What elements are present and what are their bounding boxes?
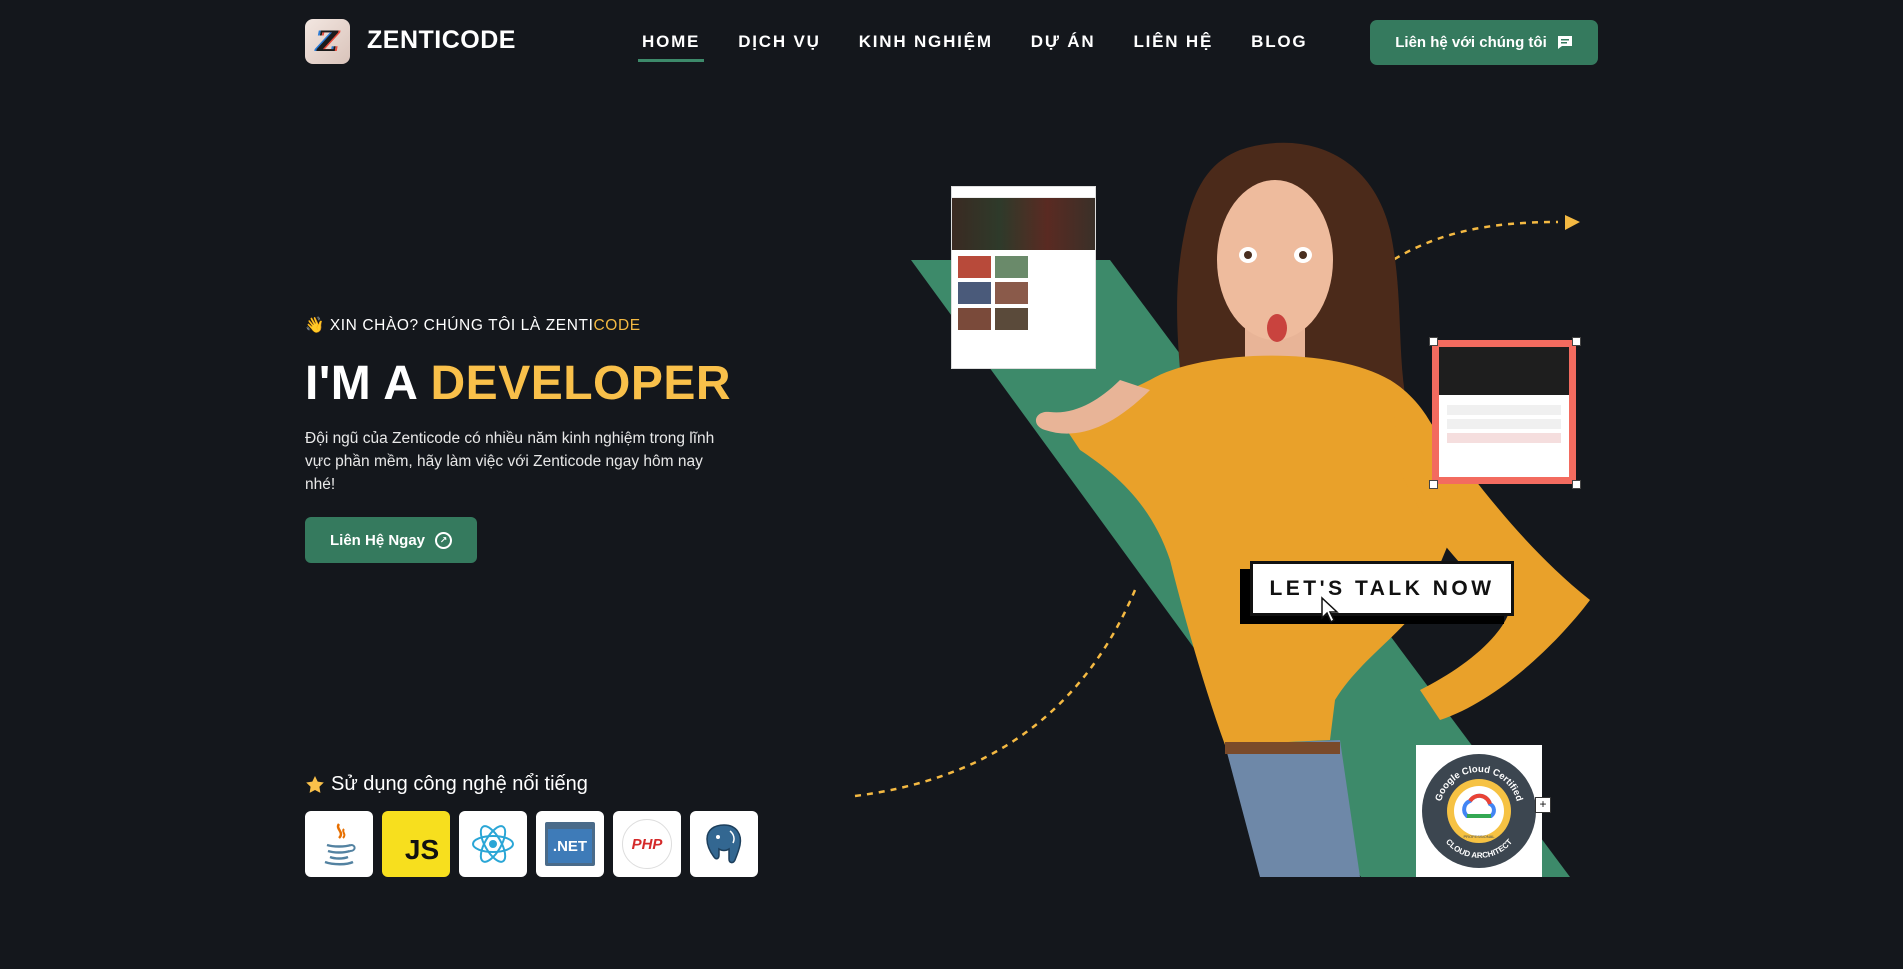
google-cloud-badge: Google Cloud Certified CLOUD ARCHITECT P… [1416,745,1542,877]
arrow-right-icon [1565,215,1580,230]
resize-handle [1572,337,1581,346]
plus-icon: + [1535,797,1551,813]
website-preview-2 [1432,340,1576,484]
lets-talk-label: LET'S TALK NOW [1269,576,1495,600]
website-preview-1 [951,186,1096,369]
preview1-nav [952,187,1095,198]
preview1-grid [952,250,1034,336]
lets-talk-button[interactable]: LET'S TALK NOW [1250,561,1514,616]
resize-handle [1572,480,1581,489]
badge-ring: Google Cloud Certified CLOUD ARCHITECT P… [1422,754,1536,868]
preview2-inner [1439,347,1569,477]
person-jeans [1225,740,1360,877]
resize-handle [1429,480,1438,489]
cursor-icon [1321,596,1339,624]
badge-mid-text: PROFESSIONAL [1463,834,1495,839]
resize-handle [1429,337,1438,346]
person-mouth [1267,314,1287,342]
person-belt [1225,742,1340,754]
dashed-curve-bottom [854,589,1137,798]
hero-artwork [854,142,1590,877]
preview1-banner [952,198,1095,250]
